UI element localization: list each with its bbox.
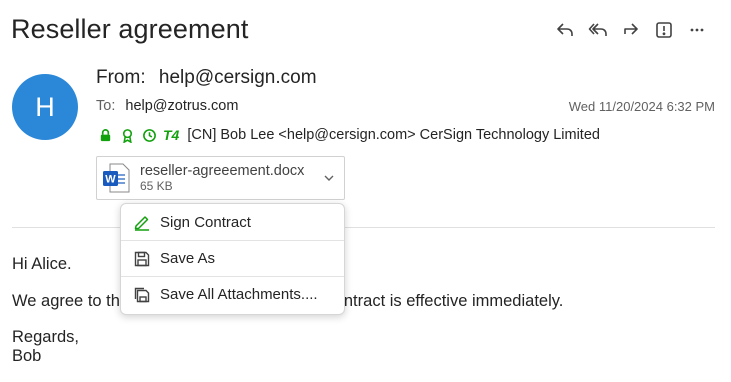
clock-icon [141,127,157,143]
body-line-start: We agree to th [12,292,120,310]
importance-button[interactable] [647,18,680,42]
to-address[interactable]: help@zotrus.com [125,98,238,114]
from-address[interactable]: help@cersign.com [159,67,317,88]
certificate-info[interactable]: T4 [CN] Bob Lee <help@cersign.com> CerSi… [97,127,600,143]
header-divider [12,227,715,228]
reply-icon [556,23,573,36]
svg-text:W: W [105,174,116,186]
importance-icon [655,22,672,38]
from-line: From: help@cersign.com [96,67,317,89]
menu-item-label: Sign Contract [160,213,251,231]
save-icon [132,249,152,269]
email-subject: Reseller agreement [11,14,249,44]
word-doc-icon: W [102,163,130,193]
certificate-text: [CN] Bob Lee <help@cersign.com> CerSign … [187,127,600,143]
chevron-down-icon[interactable] [322,171,336,185]
save-all-icon [132,285,152,305]
from-label: From: [96,67,146,88]
signature: Bob [12,347,42,365]
attachment-size: 65 KB [140,179,173,193]
lock-icon [97,127,113,143]
menu-item-sign-contract[interactable]: Sign Contract [121,204,344,240]
menu-item-save-as[interactable]: Save As [121,240,344,276]
sign-icon [132,212,152,232]
reply-all-button[interactable] [581,18,614,42]
attachment-card[interactable]: W reseller-agreeement.docx 65 KB [96,156,345,200]
message-actions [548,18,713,42]
attachment-context-menu: Sign Contract Save As Save All Attachmen… [120,203,345,315]
menu-item-label: Save All Attachments.... [160,286,318,303]
closing: Regards, [12,328,79,346]
t4-badge: T4 [163,127,180,143]
forward-icon [623,23,638,35]
more-icon [690,28,703,32]
menu-item-save-all[interactable]: Save All Attachments.... [121,276,344,312]
certificate-ribbon-icon [119,127,135,143]
sender-avatar[interactable]: H [12,74,78,140]
sent-date: Wed 11/20/2024 6:32 PM [568,99,715,114]
reply-all-icon [588,23,607,36]
forward-button[interactable] [614,18,647,42]
to-label: To: [96,98,116,114]
menu-item-label: Save As [160,250,216,267]
more-actions-button[interactable] [680,18,713,42]
reply-button[interactable] [548,18,581,42]
attachment-name: reseller-agreeement.docx [140,163,305,179]
to-line: To: help@zotrus.com [96,98,238,114]
